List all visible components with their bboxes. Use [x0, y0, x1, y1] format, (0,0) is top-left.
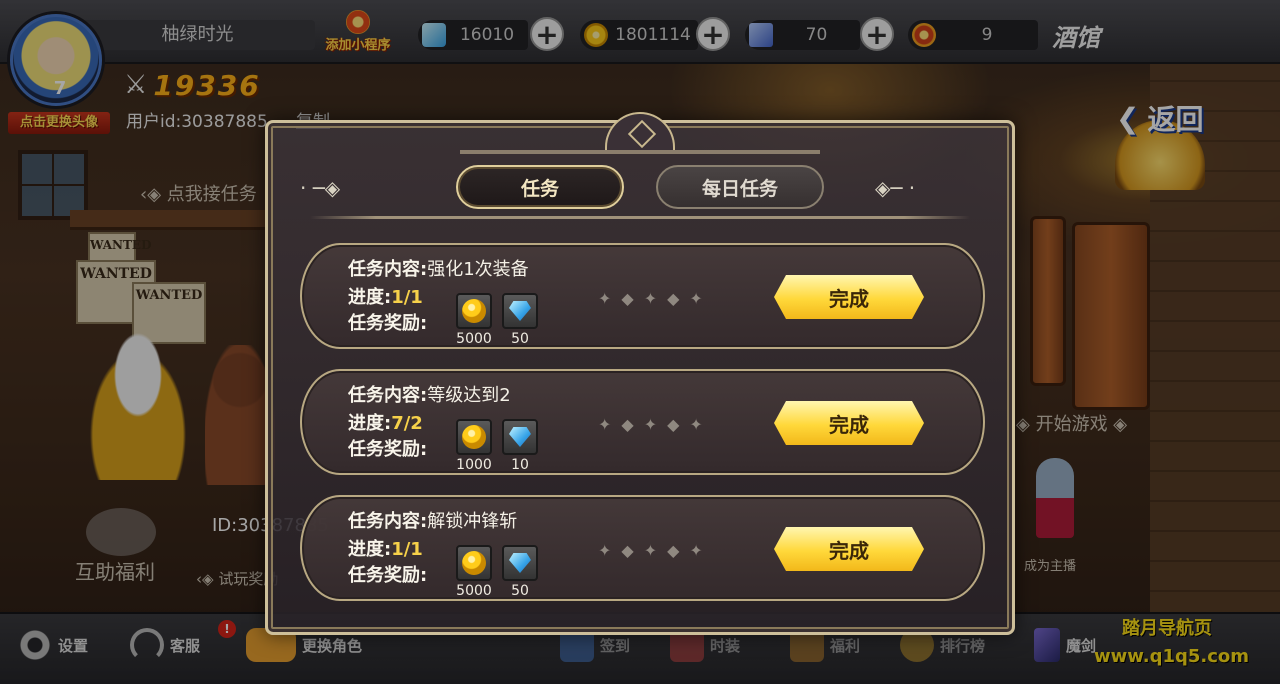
reward-gold-amount: 1000 — [456, 457, 492, 473]
reward-diamond-amount: 50 — [511, 331, 529, 347]
task-content-key: 任务内容: — [348, 511, 428, 532]
task-card: 任务内容:等级达到2 进度:7/2 任务奖励: 1000 10 ✦◆✦◆✦ 完成 — [300, 369, 985, 475]
task-card: 任务内容:解锁冲锋斩 进度:1/1 任务奖励: 5000 50 ✦◆✦◆✦ 完成 — [300, 495, 985, 601]
task-content-value: 解锁冲锋斩 — [427, 511, 518, 532]
complete-button[interactable]: 完成 — [774, 401, 924, 445]
diamond-icon — [509, 301, 531, 321]
task-content-value: 等级达到2 — [427, 385, 511, 406]
task-progress: 进度:7/2 — [348, 409, 423, 435]
task-progress-key: 进度: — [348, 413, 392, 434]
reward-diamond-amount: 50 — [511, 583, 529, 599]
task-reward-key: 任务奖励: — [348, 439, 428, 460]
ornament-right-icon: ◈─ · — [875, 176, 916, 200]
task-reward-key: 任务奖励: — [348, 313, 428, 334]
tab-daily-tasks[interactable]: 每日任务 — [656, 165, 824, 209]
task-content: 任务内容:等级达到2 — [348, 381, 511, 407]
task-content-value: 强化1次装备 — [427, 259, 529, 280]
dialog-divider — [460, 150, 820, 154]
complete-button[interactable]: 完成 — [774, 527, 924, 571]
tab-tasks[interactable]: 任务 — [456, 165, 624, 209]
complete-button[interactable]: 完成 — [774, 275, 924, 319]
sparkle-decoration: ✦◆✦◆✦ — [598, 541, 713, 560]
gold-coin-icon — [462, 299, 486, 323]
task-reward: 任务奖励: — [348, 561, 427, 587]
reward-diamond[interactable] — [502, 293, 538, 329]
task-progress-key: 进度: — [348, 287, 392, 308]
task-content: 任务内容:强化1次装备 — [348, 255, 529, 281]
gold-coin-icon — [462, 425, 486, 449]
task-content-key: 任务内容: — [348, 385, 428, 406]
reward-gold-amount: 5000 — [456, 331, 492, 347]
tab-divider — [310, 216, 970, 219]
sparkle-decoration: ✦◆✦◆✦ — [598, 289, 713, 308]
reward-diamond[interactable] — [502, 545, 538, 581]
ornament-left-icon: · ─◈ — [300, 176, 341, 200]
reward-diamond-amount: 10 — [511, 457, 529, 473]
task-progress: 进度:1/1 — [348, 283, 423, 309]
task-reward-key: 任务奖励: — [348, 565, 428, 586]
task-reward: 任务奖励: — [348, 309, 427, 335]
task-content: 任务内容:解锁冲锋斩 — [348, 507, 517, 533]
diamond-icon — [509, 553, 531, 573]
reward-gold[interactable] — [456, 545, 492, 581]
task-progress: 进度:1/1 — [348, 535, 423, 561]
task-content-key: 任务内容: — [348, 259, 428, 280]
diamond-icon — [509, 427, 531, 447]
task-progress-value: 7/2 — [391, 413, 423, 434]
reward-gold[interactable] — [456, 293, 492, 329]
gold-coin-icon — [462, 551, 486, 575]
task-card: 任务内容:强化1次装备 进度:1/1 任务奖励: 5000 50 ✦◆✦◆✦ 完… — [300, 243, 985, 349]
task-progress-value: 1/1 — [391, 539, 423, 560]
task-progress-key: 进度: — [348, 539, 392, 560]
reward-gold[interactable] — [456, 419, 492, 455]
task-reward: 任务奖励: — [348, 435, 427, 461]
task-progress-value: 1/1 — [391, 287, 423, 308]
reward-diamond[interactable] — [502, 419, 538, 455]
reward-gold-amount: 5000 — [456, 583, 492, 599]
sparkle-decoration: ✦◆✦◆✦ — [598, 415, 713, 434]
